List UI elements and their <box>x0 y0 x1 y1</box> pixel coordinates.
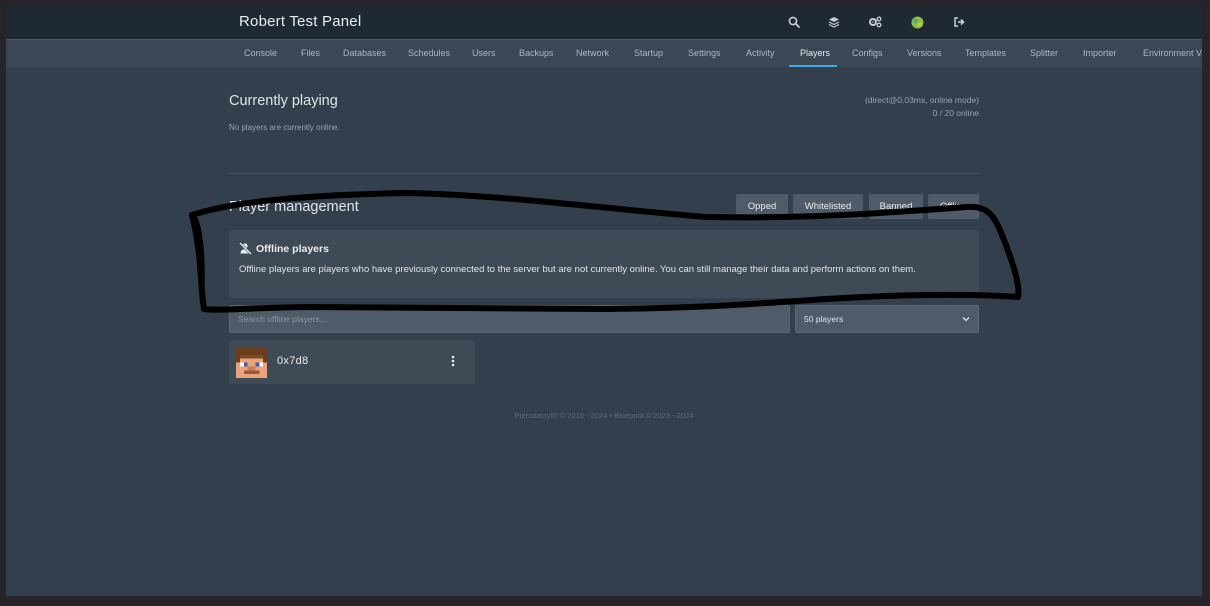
info-title: Offline players <box>256 243 329 255</box>
hand-drawn-scribble-annotation <box>189 190 1022 313</box>
footer-copyright: Pterodactyl® © 2015 - 2024 • Blueprint ©… <box>514 411 694 420</box>
top-bar: Robert Test Panel <box>6 5 1202 39</box>
tab-splitter[interactable]: Splitter <box>1030 48 1058 58</box>
section-divider <box>229 173 979 174</box>
tab-network[interactable]: Network <box>576 48 609 58</box>
avatar-icon[interactable] <box>909 14 925 30</box>
tab-players[interactable]: Players <box>800 48 830 58</box>
layers-icon[interactable] <box>826 14 842 30</box>
tab-files[interactable]: Files <box>301 48 320 58</box>
connection-status: (direct@0.03ms, online mode) <box>865 95 979 105</box>
page-size-value: 50 players <box>804 314 844 324</box>
server-tabs: Console Files Databases Schedules Users … <box>6 39 1202 67</box>
tab-environment-variables[interactable]: Environment Va <box>1143 48 1202 58</box>
tab-versions[interactable]: Versions <box>907 48 942 58</box>
page-size-select[interactable]: 50 players <box>795 305 979 333</box>
more-options-icon[interactable] <box>448 353 458 369</box>
tab-users[interactable]: Users <box>472 48 496 58</box>
tab-templates[interactable]: Templates <box>965 48 1006 58</box>
offline-button[interactable]: Offline <box>928 194 979 219</box>
user-slash-icon <box>239 242 252 255</box>
tab-backups[interactable]: Backups <box>519 48 554 58</box>
banned-button[interactable]: Banned <box>869 194 923 219</box>
no-players-text: No players are currently online. <box>229 123 340 132</box>
search-offline-players-input[interactable]: Search offline players... <box>229 305 790 333</box>
tab-schedules[interactable]: Schedules <box>408 48 450 58</box>
tab-configs[interactable]: Configs <box>852 48 883 58</box>
player-card[interactable]: 0x7d8 <box>229 340 475 384</box>
tab-console[interactable]: Console <box>244 48 277 58</box>
tab-startup[interactable]: Startup <box>634 48 663 58</box>
tab-importer[interactable]: Importer <box>1083 48 1117 58</box>
player-avatar <box>236 347 267 378</box>
player-management-title: Player management <box>229 199 359 215</box>
opped-button[interactable]: Opped <box>736 194 788 219</box>
offline-players-info: Offline players Offline players are play… <box>229 230 979 298</box>
online-count: 0 / 20 online <box>932 108 979 118</box>
currently-playing-title: Currently playing <box>229 93 338 109</box>
logout-icon[interactable] <box>951 14 967 30</box>
whitelisted-button[interactable]: Whitelisted <box>793 194 863 219</box>
app-window: Robert Test Panel Console Files Database… <box>6 5 1202 596</box>
player-name: 0x7d8 <box>277 355 309 367</box>
info-description: Offline players are players who have pre… <box>239 264 916 275</box>
search-icon[interactable] <box>786 14 802 30</box>
active-tab-indicator <box>789 65 837 67</box>
tab-activity[interactable]: Activity <box>746 48 775 58</box>
panel-title[interactable]: Robert Test Panel <box>239 13 361 30</box>
search-placeholder: Search offline players... <box>238 314 327 324</box>
tab-settings[interactable]: Settings <box>688 48 721 58</box>
tab-databases[interactable]: Databases <box>343 48 386 58</box>
cogs-icon[interactable] <box>867 14 883 30</box>
chevron-down-icon <box>962 314 970 324</box>
